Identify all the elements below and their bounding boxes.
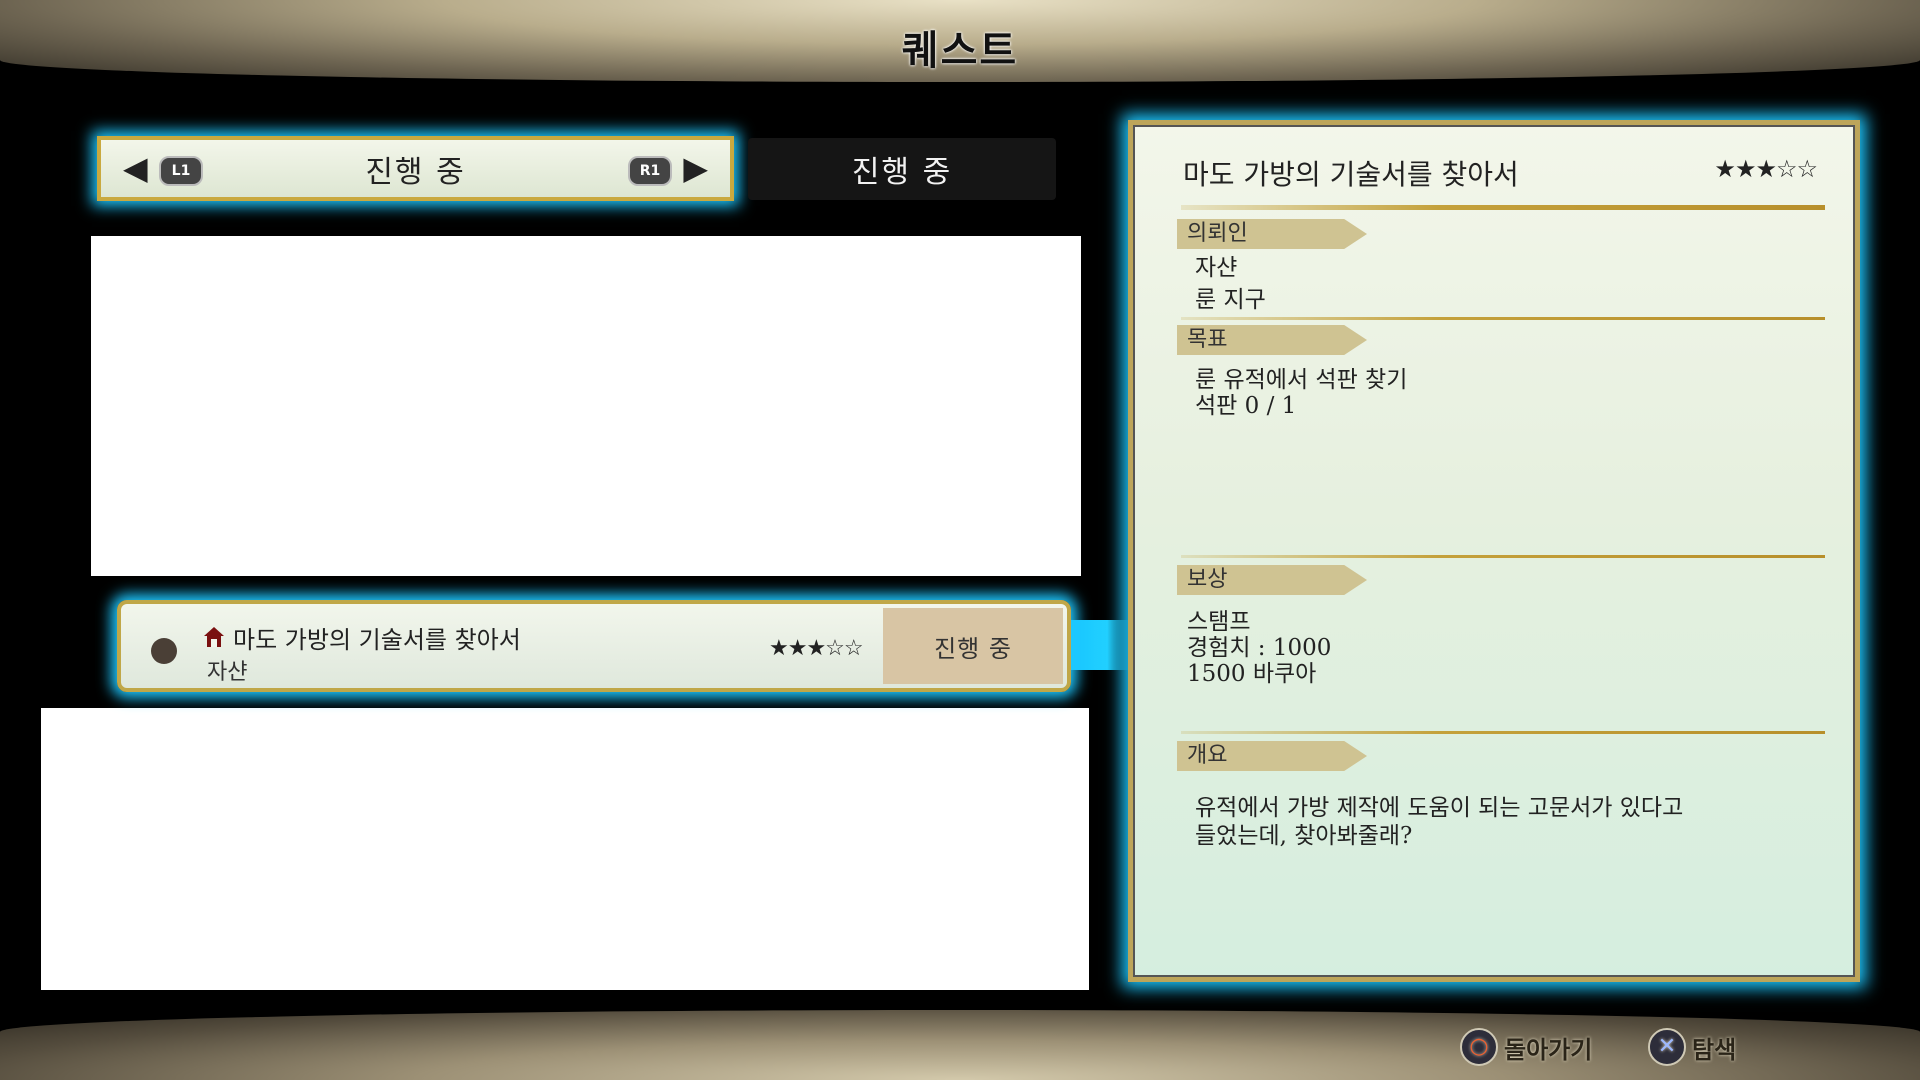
reward-currency: 1500 바쿠아 bbox=[1187, 661, 1317, 687]
quest-status-dot bbox=[151, 638, 177, 664]
arrow-left-icon[interactable]: ◀ bbox=[123, 152, 148, 184]
l1-button-icon[interactable]: L1 bbox=[159, 156, 203, 186]
client-section-tag: 의뢰인 bbox=[1177, 219, 1367, 249]
client-location: 룬 지구 bbox=[1195, 287, 1266, 313]
tab-status-text: 진행 중 bbox=[851, 155, 953, 190]
quest-list-item[interactable]: 마도 가방의 기술서를 찾아서 자샨 ★★★☆☆ 진행 중 bbox=[117, 600, 1071, 692]
back-hint[interactable]: ○ 돌아가기 bbox=[1460, 1028, 1592, 1066]
divider bbox=[1181, 731, 1825, 734]
explore-hint[interactable]: ✕ 탐색 bbox=[1648, 1028, 1736, 1066]
circle-button-icon: ○ bbox=[1460, 1028, 1498, 1066]
quest-name: 마도 가방의 기술서를 찾아서 bbox=[233, 626, 521, 654]
tab-in-progress[interactable]: ◀ L1 진행 중 R1 ▶ bbox=[97, 136, 734, 201]
quest-list-area-upper bbox=[91, 236, 1081, 576]
client-name: 자샨 bbox=[1195, 255, 1238, 281]
cross-button-icon: ✕ bbox=[1648, 1028, 1686, 1066]
quest-list-area-lower bbox=[41, 708, 1089, 990]
reward-section-tag: 보상 bbox=[1177, 565, 1367, 595]
tab-label: 진행 중 bbox=[365, 154, 466, 190]
reward-stamp: 스탬프 bbox=[1187, 609, 1251, 635]
objective-progress: 석판 0 / 1 bbox=[1195, 393, 1297, 419]
explore-label: 탐색 bbox=[1692, 1035, 1737, 1064]
screen-title: 퀘스트 bbox=[901, 28, 1019, 74]
detail-title: 마도 가방의 기술서를 찾아서 bbox=[1183, 158, 1519, 191]
detail-difficulty-stars: ★★★☆☆ bbox=[1714, 155, 1818, 183]
divider bbox=[1181, 317, 1825, 320]
house-icon bbox=[204, 627, 224, 647]
quest-detail-panel: 마도 가방의 기술서를 찾아서 ★★★☆☆ 의뢰인 자샨 룬 지구 목표 룬 유… bbox=[1128, 120, 1860, 982]
quest-difficulty-stars: ★★★☆☆ bbox=[769, 636, 864, 661]
arrow-right-icon[interactable]: ▶ bbox=[683, 152, 708, 184]
footer-banner bbox=[0, 1010, 1920, 1080]
objective-section-tag: 목표 bbox=[1177, 325, 1367, 355]
quest-giver: 자샨 bbox=[207, 660, 248, 685]
summary-line-2: 들었는데, 찾아봐줄래? bbox=[1195, 823, 1413, 849]
divider bbox=[1181, 205, 1825, 210]
reward-exp: 경험치 : 1000 bbox=[1187, 635, 1332, 661]
tab-status-label: 진행 중 bbox=[748, 138, 1056, 200]
title-banner: 퀘스트 bbox=[0, 0, 1920, 82]
selection-connector bbox=[1069, 620, 1133, 670]
summary-line-1: 유적에서 가방 제작에 도움이 되는 고문서가 있다고 bbox=[1195, 795, 1684, 821]
back-label: 돌아가기 bbox=[1504, 1035, 1593, 1064]
divider bbox=[1181, 555, 1825, 558]
objective-text: 룬 유적에서 석판 찾기 bbox=[1195, 367, 1408, 393]
quest-status-badge: 진행 중 bbox=[883, 608, 1063, 684]
r1-button-icon[interactable]: R1 bbox=[628, 156, 672, 186]
summary-section-tag: 개요 bbox=[1177, 741, 1367, 771]
